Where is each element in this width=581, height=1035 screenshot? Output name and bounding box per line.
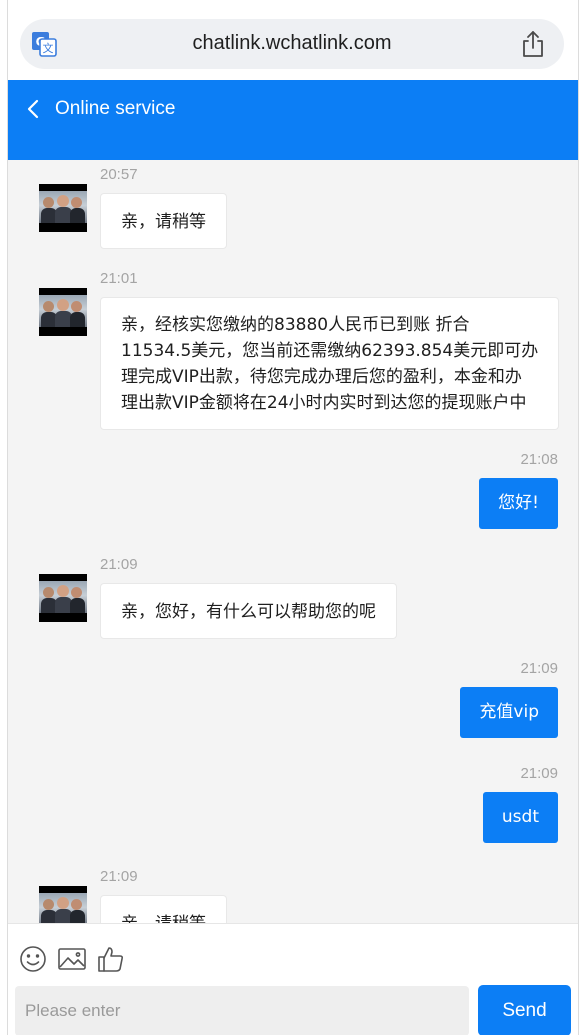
url-text[interactable]: chatlink.wchatlink.com xyxy=(80,32,504,55)
agent-avatar xyxy=(39,184,87,232)
agent-avatar xyxy=(39,886,87,923)
message-text-line: 理出款VIP金额将在24小时内实时到达您的提现账户中 xyxy=(121,393,527,413)
message-timestamp: 21:08 xyxy=(520,451,558,468)
message-text: 亲，请稍等 xyxy=(121,914,206,923)
emoji-icon[interactable] xyxy=(18,944,48,974)
page-edge-right xyxy=(578,0,579,1035)
message-timestamp: 21:09 xyxy=(520,660,558,677)
message-text-line: 亲，经核实您缴纳的83880人民币已到账 折合 xyxy=(121,315,470,335)
message-input[interactable] xyxy=(15,986,469,1035)
composer: Send xyxy=(8,923,578,1035)
message-bubble: 亲，请稍等 xyxy=(100,895,227,923)
message-bubble: 亲，经核实您缴纳的83880人民币已到账 折合 11534.5美元，您当前还需缴… xyxy=(100,297,560,430)
message-timestamp: 21:09 xyxy=(100,556,138,573)
chat-message-list[interactable]: 20:57 亲，请稍等 21:01 亲，经核实您缴纳的83880人民币已到账 折… xyxy=(8,160,578,923)
image-icon[interactable] xyxy=(57,944,87,974)
browser-url-bar[interactable]: G 文 chatlink.wchatlink.com xyxy=(20,19,564,69)
header-title: Online service xyxy=(55,98,176,119)
translate-icon[interactable]: G 文 xyxy=(31,31,57,57)
message-bubble: 亲，您好，有什么可以帮助您的呢 xyxy=(100,583,397,639)
message-text-line: 11534.5美元，您当前还需缴纳62393.854美元即可办 xyxy=(121,341,539,361)
message-timestamp: 21:09 xyxy=(100,868,138,885)
message-text: usdt xyxy=(501,807,539,827)
agent-avatar xyxy=(39,288,87,336)
thumbs-up-icon[interactable] xyxy=(96,944,126,974)
message-bubble: 充值vip xyxy=(460,687,558,738)
message-text: 您好! xyxy=(498,493,539,513)
chat-header: Online service xyxy=(8,80,578,160)
message-timestamp: 20:57 xyxy=(100,166,138,183)
message-timestamp: 21:01 xyxy=(100,270,138,287)
message-bubble: 您好! xyxy=(479,478,558,529)
message-bubble: usdt xyxy=(482,792,558,843)
message-text: 亲，请稍等 xyxy=(121,212,206,232)
svg-text:文: 文 xyxy=(43,41,54,55)
share-icon[interactable] xyxy=(520,30,546,58)
message-text: 充值vip xyxy=(479,702,539,722)
message-text-line: 理完成VIP出款，待您完成办理后您的盈利，本金和办 xyxy=(121,367,522,387)
agent-avatar xyxy=(39,574,87,622)
message-bubble: 亲，请稍等 xyxy=(100,193,227,249)
send-button[interactable]: Send xyxy=(478,985,571,1035)
message-text: 亲，您好，有什么可以帮助您的呢 xyxy=(121,602,376,622)
chevron-left-icon[interactable] xyxy=(26,98,40,120)
message-timestamp: 21:09 xyxy=(520,765,558,782)
